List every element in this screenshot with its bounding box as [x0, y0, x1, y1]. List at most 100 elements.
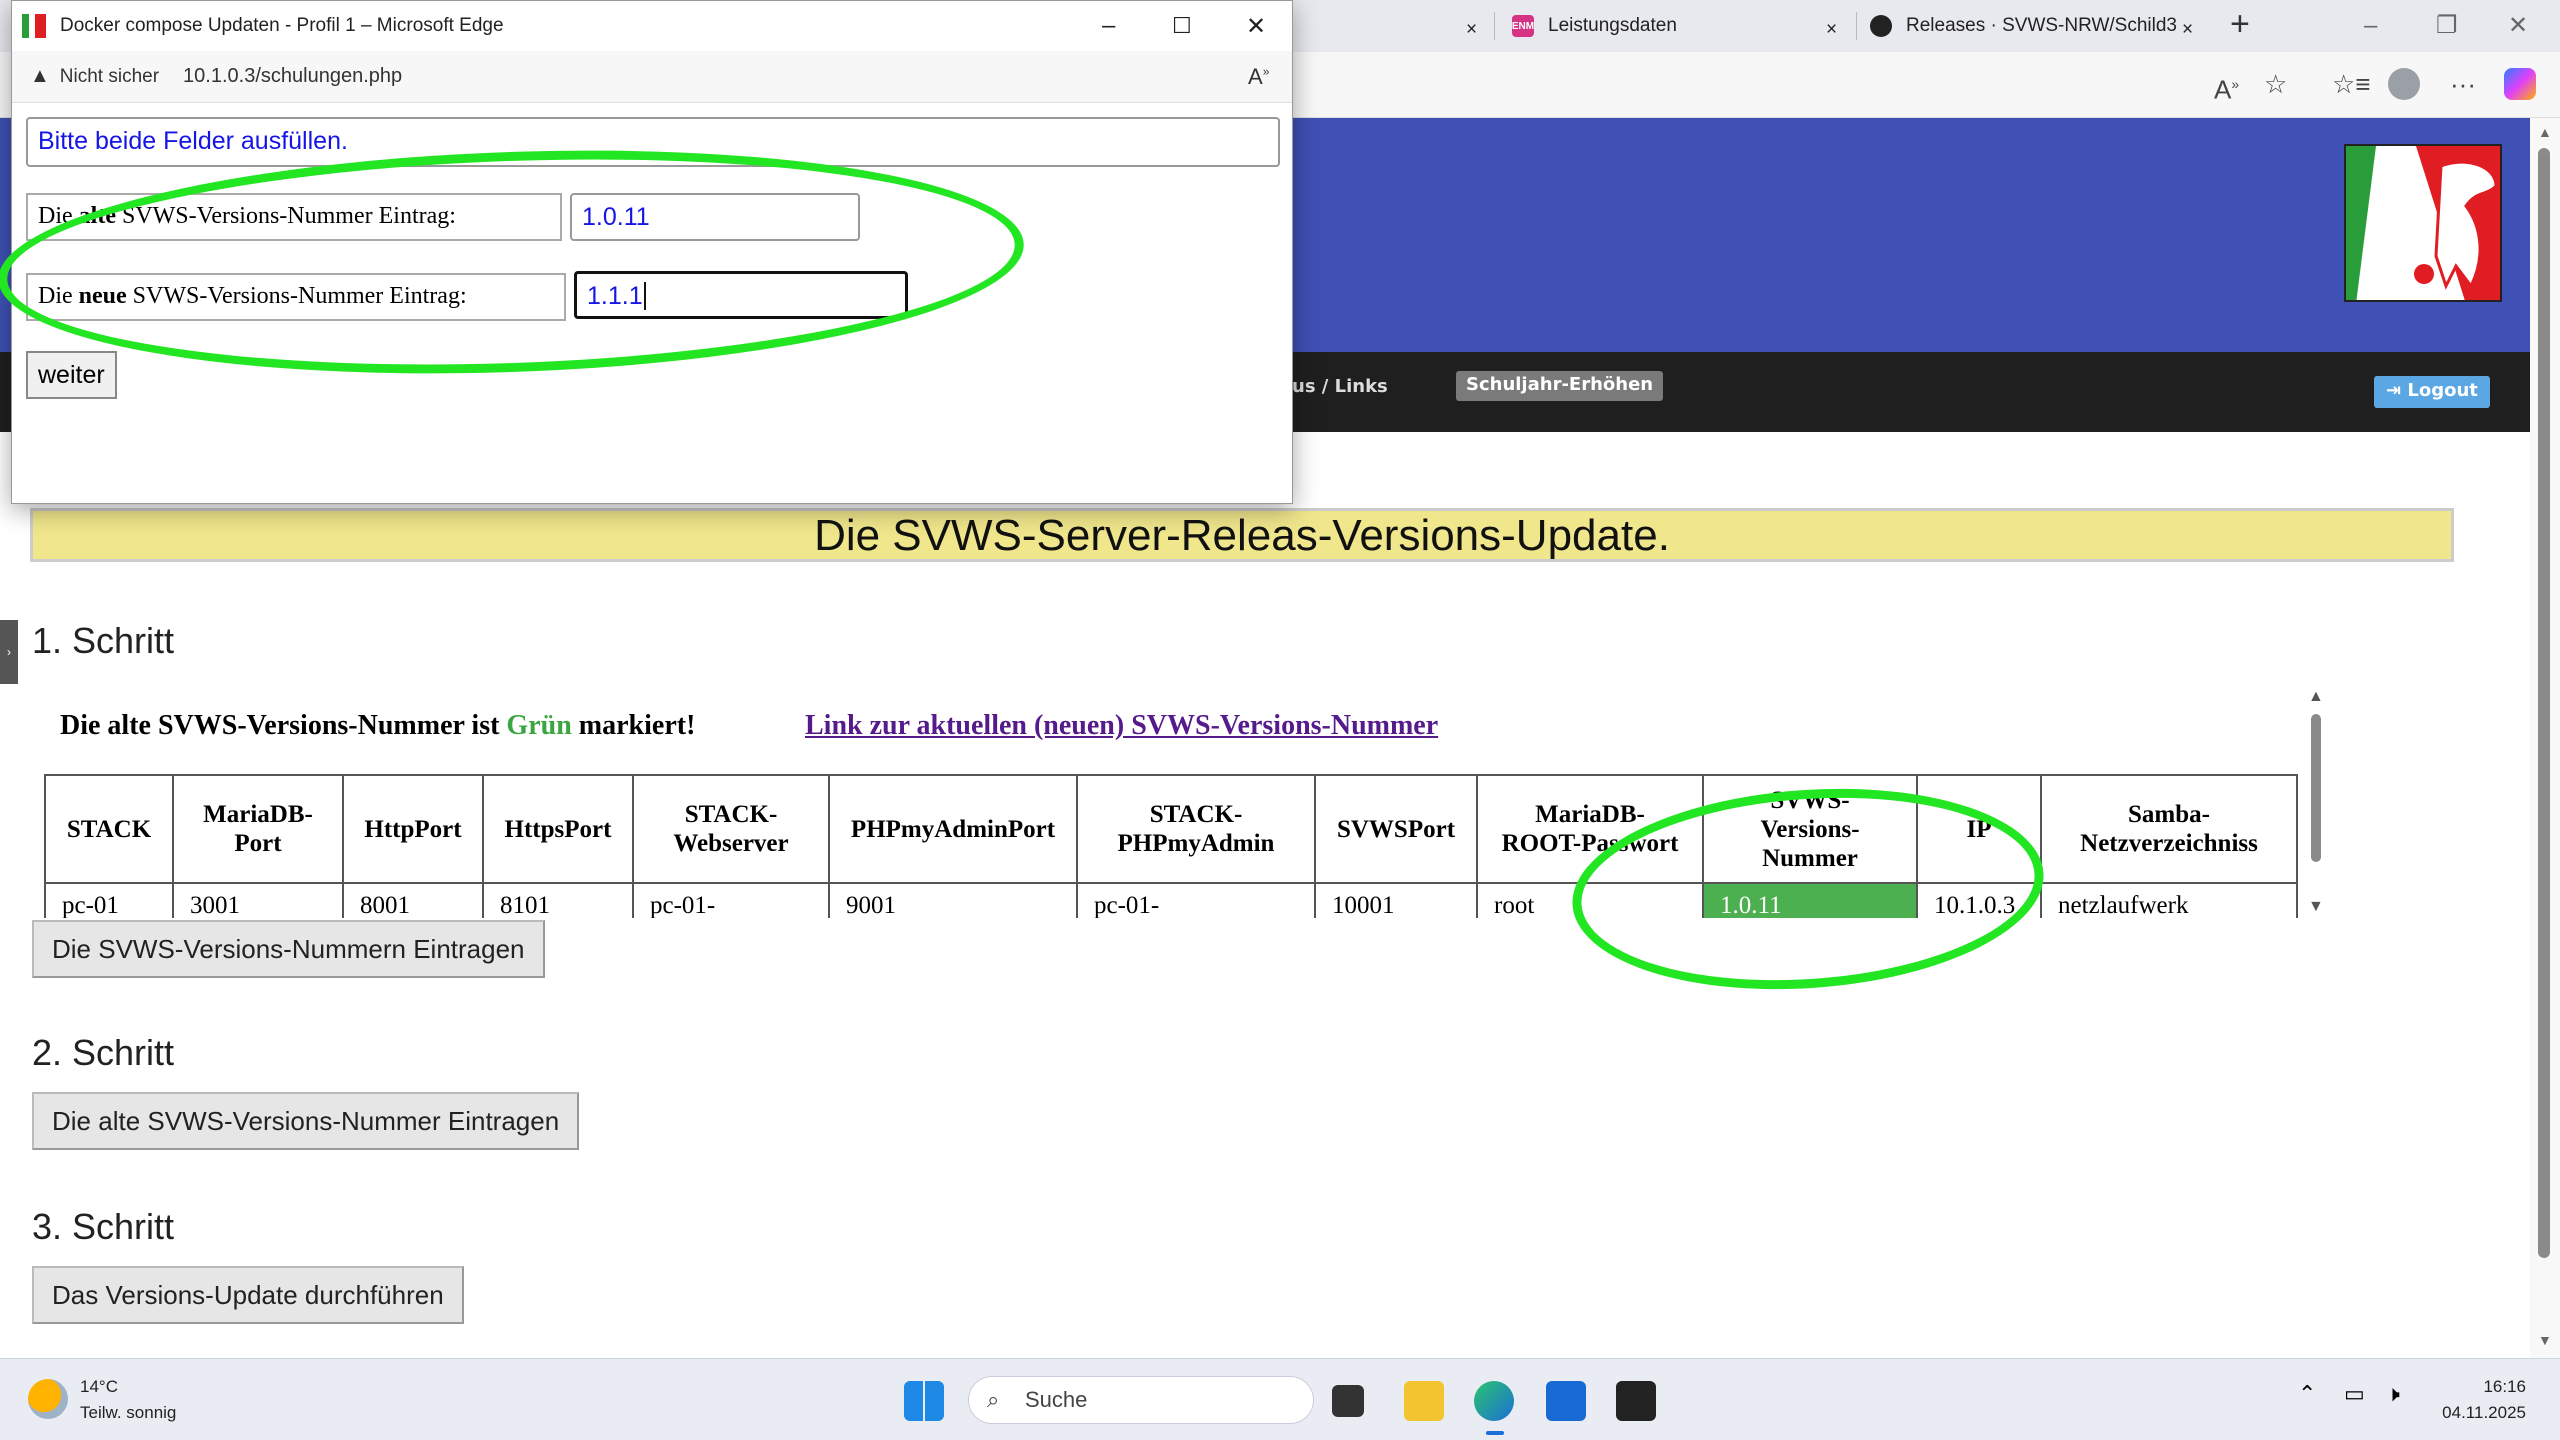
read-aloud-icon[interactable]: A» [1248, 64, 1269, 90]
favorite-star-icon[interactable]: ☆ [2264, 66, 2287, 102]
terminal-icon[interactable] [1616, 1381, 1656, 1421]
step2-heading: 2. Schritt [32, 1032, 175, 1073]
new-version-label: Die neue SVWS-Versions-Nummer Eintrag: [26, 273, 566, 321]
step1-note: Die alte SVWS-Versions-Nummer ist Grün m… [60, 710, 695, 742]
minimize-icon[interactable]: – [2364, 8, 2377, 44]
th-ip: IP [1916, 774, 2042, 884]
logout-button[interactable]: ⇥ Logout [2374, 376, 2490, 408]
table-cell: pc-01- [632, 882, 830, 918]
table-scrollbar[interactable]: ▲ ▼ [2308, 688, 2324, 1028]
tab-separator [1494, 12, 1495, 40]
maximize-icon[interactable]: ☐ [1172, 13, 1192, 39]
more-menu-icon[interactable]: ··· [2450, 66, 2476, 102]
tab-close-icon[interactable]: × [1466, 10, 1477, 50]
network-icon[interactable]: ▭ [2344, 1381, 2365, 1407]
volume-muted-icon[interactable]: 🕨 [2386, 1381, 2400, 1407]
clock-time[interactable]: 16:16 [2440, 1377, 2526, 1397]
current-version-link[interactable]: Link zur aktuellen (neuen) SVWS-Versions… [805, 710, 1438, 742]
clock-date[interactable]: 04.11.2025 [2436, 1403, 2526, 1423]
table-cell: 10.1.0.3 [1916, 882, 2042, 918]
url-text[interactable]: 10.1.0.3/schulungen.php [183, 65, 402, 88]
version-cell-highlighted: 1.0.11 [1702, 882, 1918, 918]
th-samba-netzverzeichniss: Samba- Netzverzeichniss [2040, 774, 2298, 884]
enter-old-version-button[interactable]: Die alte SVWS-Versions-Nummer Eintragen [32, 1092, 580, 1150]
input-value: 1.1.1 [587, 282, 643, 310]
tab-close-icon[interactable]: × [2182, 10, 2193, 50]
scroll-thumb[interactable] [2311, 714, 2321, 862]
popup-titlebar: Docker compose Updaten - Profil 1 – Micr… [12, 1, 1292, 51]
file-explorer-icon[interactable] [1404, 1381, 1444, 1421]
profile-avatar-icon[interactable] [2388, 68, 2420, 109]
step1-heading: 1. Schritt [32, 620, 175, 661]
label-bold-text: neue [78, 283, 127, 309]
scroll-thumb[interactable] [2538, 148, 2550, 1258]
taskbar-search[interactable]: ⌕ Suche [968, 1376, 1314, 1424]
table-header-row: STACK MariaDB- Port HttpPort HttpsPort S… [44, 774, 2298, 884]
nrw-favicon-icon [22, 14, 46, 38]
tab-close-icon[interactable]: × [1826, 10, 1837, 50]
close-window-icon[interactable]: ✕ [2508, 8, 2528, 44]
popup-body: Bitte beide Felder ausfüllen. Die alte S… [12, 103, 1292, 503]
restore-icon[interactable]: ❐ [2436, 8, 2458, 44]
scroll-up-arrow-icon[interactable]: ▲ [2308, 688, 2324, 706]
tray-chevron-icon[interactable]: ⌃ [2298, 1381, 2316, 1407]
th-svwsport: SVWSPort [1314, 774, 1478, 884]
th-svws-versions-nummer: SVWS- Versions- Nummer [1702, 774, 1918, 884]
nav-item-status-links[interactable]: us / Links [1292, 373, 1388, 403]
nrw-logo [2344, 144, 2502, 302]
scroll-down-arrow-icon[interactable]: ▼ [2538, 1332, 2552, 1348]
minimize-icon[interactable]: – [1102, 12, 1115, 40]
copilot-icon[interactable] [2504, 68, 2536, 109]
stack-table-container[interactable]: STACK MariaDB- Port HttpPort HttpsPort S… [44, 774, 2298, 918]
run-version-update-button[interactable]: Das Versions-Update durchführen [32, 1266, 464, 1324]
task-view-icon[interactable] [1332, 1385, 1364, 1417]
note-text: markiert! [571, 710, 696, 741]
validation-message: Bitte beide Felder ausfüllen. [26, 117, 1280, 167]
weather-temp: 14°C [80, 1377, 118, 1396]
edge-icon[interactable] [1474, 1381, 1514, 1421]
th-stack-webserver: STACK- Webserver [632, 774, 830, 884]
enter-version-numbers-button[interactable]: Die SVWS-Versions-Nummern Eintragen [32, 920, 545, 978]
table-cell: netzlaufwerk [2040, 882, 2298, 918]
page-scrollbar[interactable]: ▲ ▼ [2530, 118, 2560, 1358]
th-stack-phpmyadmin: STACK- PHPmyAdmin [1076, 774, 1316, 884]
windows-start-icon[interactable] [904, 1381, 944, 1421]
label-text: SVWS-Versions-Nummer Eintrag: [126, 283, 467, 309]
warning-icon: ▲ [30, 65, 50, 87]
new-version-input[interactable]: 1.1.1 [574, 271, 908, 319]
weather-desc: Teilw. sonnig [80, 1403, 177, 1422]
scroll-down-arrow-icon[interactable]: ▼ [2308, 898, 2324, 916]
page-title: Die SVWS-Server-Releas-Versions-Update. [30, 508, 2454, 562]
tab-releases[interactable]: Releases · SVWS-NRW/Schild3 [1870, 6, 2200, 46]
th-phpmyadminport: PHPmyAdminPort [828, 774, 1078, 884]
active-app-indicator [1486, 1431, 1504, 1435]
table-cell: pc-01- [1076, 882, 1316, 918]
read-aloud-icon[interactable]: A» [2214, 66, 2239, 108]
popup-address-bar[interactable]: ▲ Nicht sicher 10.1.0.3/schulungen.php A… [12, 51, 1292, 103]
new-tab-button[interactable]: + [2230, 4, 2250, 44]
text-cursor [643, 282, 646, 310]
th-mariadb-root-passwort: MariaDB- ROOT-Passwort [1476, 774, 1704, 884]
label-text: Die [38, 283, 79, 309]
table-cell: pc-01 [44, 882, 174, 918]
th-mariadb-port: MariaDB- Port [172, 774, 344, 884]
weather-icon[interactable] [28, 1379, 68, 1419]
sidebar-collapse-handle[interactable]: › [0, 620, 18, 684]
search-placeholder: Suche [1025, 1387, 1088, 1412]
old-version-input[interactable]: 1.0.11 [570, 193, 860, 241]
table-cell: root [1476, 882, 1704, 918]
store-icon[interactable] [1546, 1381, 1586, 1421]
close-window-icon[interactable]: ✕ [1246, 12, 1266, 41]
scroll-up-arrow-icon[interactable]: ▲ [2538, 124, 2552, 140]
label-bold-text: alte [78, 203, 116, 229]
table-row: pc-01 3001 8001 8101 pc-01- 9001 pc-01- … [44, 882, 2298, 918]
note-green-text: Grün [506, 710, 572, 741]
step3-heading: 3. Schritt [32, 1206, 175, 1247]
tab-leistungsdaten[interactable]: ENM Leistungsdaten [1512, 6, 1677, 46]
label-text: Die [38, 203, 79, 229]
th-httpport: HttpPort [342, 774, 484, 884]
taskbar: 14°C Teilw. sonnig ⌕ Suche ⌃ ▭ 🕨 16:16 0… [0, 1358, 2560, 1440]
nav-item-schuljahr-erhoehen[interactable]: Schuljahr-Erhöhen [1456, 371, 1664, 401]
weiter-button[interactable]: weiter [26, 351, 117, 399]
favorites-icon[interactable]: ☆≡ [2332, 66, 2370, 102]
